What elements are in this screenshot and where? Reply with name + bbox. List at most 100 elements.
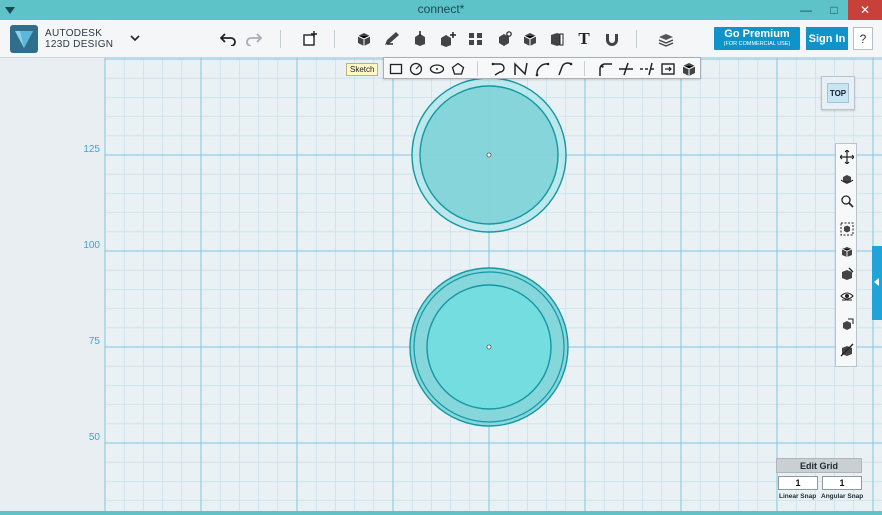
view-cube[interactable]: TOP [821, 76, 855, 110]
spline-icon [513, 61, 528, 76]
perspective-icon [841, 246, 852, 257]
premium-label: Go Premium [724, 28, 790, 40]
add-box-icon [303, 31, 317, 46]
circle-icon [409, 62, 422, 75]
layers-icon [658, 34, 674, 47]
sketch-button[interactable] [382, 29, 402, 49]
sketch-three-point-arc-button[interactable] [556, 60, 573, 77]
toolbar-separator [636, 30, 637, 48]
ellipse-icon [429, 63, 444, 74]
cylinder-object-upper[interactable] [411, 77, 567, 233]
viewport-canvas[interactable] [0, 58, 882, 515]
linear-snap-label: Linear Snap [779, 493, 817, 500]
minimize-button[interactable]: — [792, 0, 820, 20]
maximize-button[interactable]: □ [820, 0, 848, 20]
redo-button[interactable] [244, 29, 264, 49]
side-panel-toggle[interactable] [872, 246, 882, 320]
toolbar-separator [334, 30, 335, 48]
arc-icon [535, 62, 549, 76]
axis-label-50: 50 [88, 432, 100, 443]
polyline-icon [491, 62, 505, 76]
sketch-two-point-arc-button[interactable] [534, 60, 551, 77]
close-icon: ✕ [859, 3, 871, 17]
center-point-lower[interactable] [486, 344, 492, 350]
fillet-icon [598, 62, 612, 76]
sketch-spline-button[interactable] [512, 60, 529, 77]
pan-button[interactable] [838, 148, 855, 165]
primitives-button[interactable] [354, 29, 374, 49]
perspective-button[interactable] [838, 243, 855, 260]
edit-grid-panel: Edit Grid 1 1 Linear Snap Angular Snap [776, 458, 863, 515]
toolbar-separator [280, 30, 281, 48]
linear-snap-input[interactable]: 1 [778, 476, 818, 490]
main-toolbar: AUTODESK 123D DESIGN T Go Premium (FOR C… [0, 20, 882, 58]
fit-icon [840, 222, 853, 235]
new-object-button[interactable] [300, 29, 320, 49]
sign-in-button[interactable]: Sign In [806, 27, 848, 50]
chevron-down-icon[interactable] [130, 33, 140, 43]
sketch-fillet-button[interactable] [596, 60, 613, 77]
orbit-icon [840, 174, 853, 184]
close-button[interactable]: ✕ [848, 0, 882, 20]
three-point-arc-icon [557, 61, 572, 75]
brand-name: AUTODESK [45, 28, 103, 39]
polygon-icon [451, 62, 464, 75]
eye-icon [839, 291, 854, 300]
measure-icon [551, 33, 564, 46]
group-button[interactable] [494, 29, 514, 49]
materials-button[interactable] [656, 29, 676, 49]
cylinder-object-lower[interactable] [409, 267, 569, 427]
snap-settings-icon [840, 343, 853, 356]
sketch-polygon-button[interactable] [449, 60, 466, 77]
modify-button[interactable] [438, 29, 458, 49]
angular-snap-label: Angular Snap [821, 493, 864, 500]
go-premium-button[interactable]: Go Premium (FOR COMMERCIAL USE) [714, 27, 800, 50]
sketch-rectangle-button[interactable] [387, 60, 404, 77]
sketch-circle-button[interactable] [407, 60, 424, 77]
sketch-project-button[interactable] [680, 60, 697, 77]
undo-button[interactable] [218, 29, 238, 49]
navigation-bar [835, 143, 857, 367]
sketch-ellipse-button[interactable] [428, 60, 445, 77]
orbit-button[interactable] [838, 170, 855, 187]
combine-button[interactable] [520, 29, 540, 49]
primitives-icon [357, 33, 371, 46]
snap-button[interactable] [602, 29, 622, 49]
window-title: connect* [417, 2, 465, 16]
pattern-button[interactable] [466, 29, 486, 49]
snap-settings-button[interactable] [838, 341, 855, 358]
zoom-button[interactable] [838, 192, 855, 209]
group-icon [499, 31, 512, 46]
fit-button[interactable] [838, 220, 855, 237]
product-name: 123D DESIGN [45, 39, 114, 50]
axis-label-100: 100 [83, 240, 100, 251]
extend-icon [639, 62, 654, 75]
grid-icon [842, 318, 853, 330]
maximize-icon: □ [830, 3, 838, 17]
text-button[interactable]: T [574, 29, 594, 49]
app-logo[interactable] [10, 25, 38, 53]
autodesk-logo-icon [15, 31, 33, 48]
sketch-toolbar-separator [477, 61, 478, 76]
sketch-trim-button[interactable] [617, 60, 634, 77]
measure-button[interactable] [547, 29, 567, 49]
help-button[interactable]: ? [853, 27, 873, 50]
construct-button[interactable] [410, 29, 430, 49]
redo-icon [246, 33, 262, 46]
view-cube-top-face[interactable]: TOP [827, 83, 849, 103]
sketch-extend-button[interactable] [638, 60, 655, 77]
axis-label-125: 125 [83, 144, 100, 155]
grid-toggle-button[interactable] [838, 316, 855, 333]
construct-icon [415, 31, 425, 46]
sketch-offset-button[interactable] [659, 60, 676, 77]
bottom-border [0, 511, 882, 515]
center-point-upper[interactable] [486, 152, 492, 158]
pattern-icon [469, 33, 482, 45]
offset-icon [660, 62, 675, 75]
material-view-button[interactable] [838, 287, 855, 304]
visibility-button[interactable] [838, 265, 855, 282]
edit-grid-button[interactable]: Edit Grid [776, 458, 862, 473]
sketch-polyline-button[interactable] [490, 60, 507, 77]
angular-snap-input[interactable]: 1 [822, 476, 862, 490]
pan-icon [839, 149, 854, 164]
